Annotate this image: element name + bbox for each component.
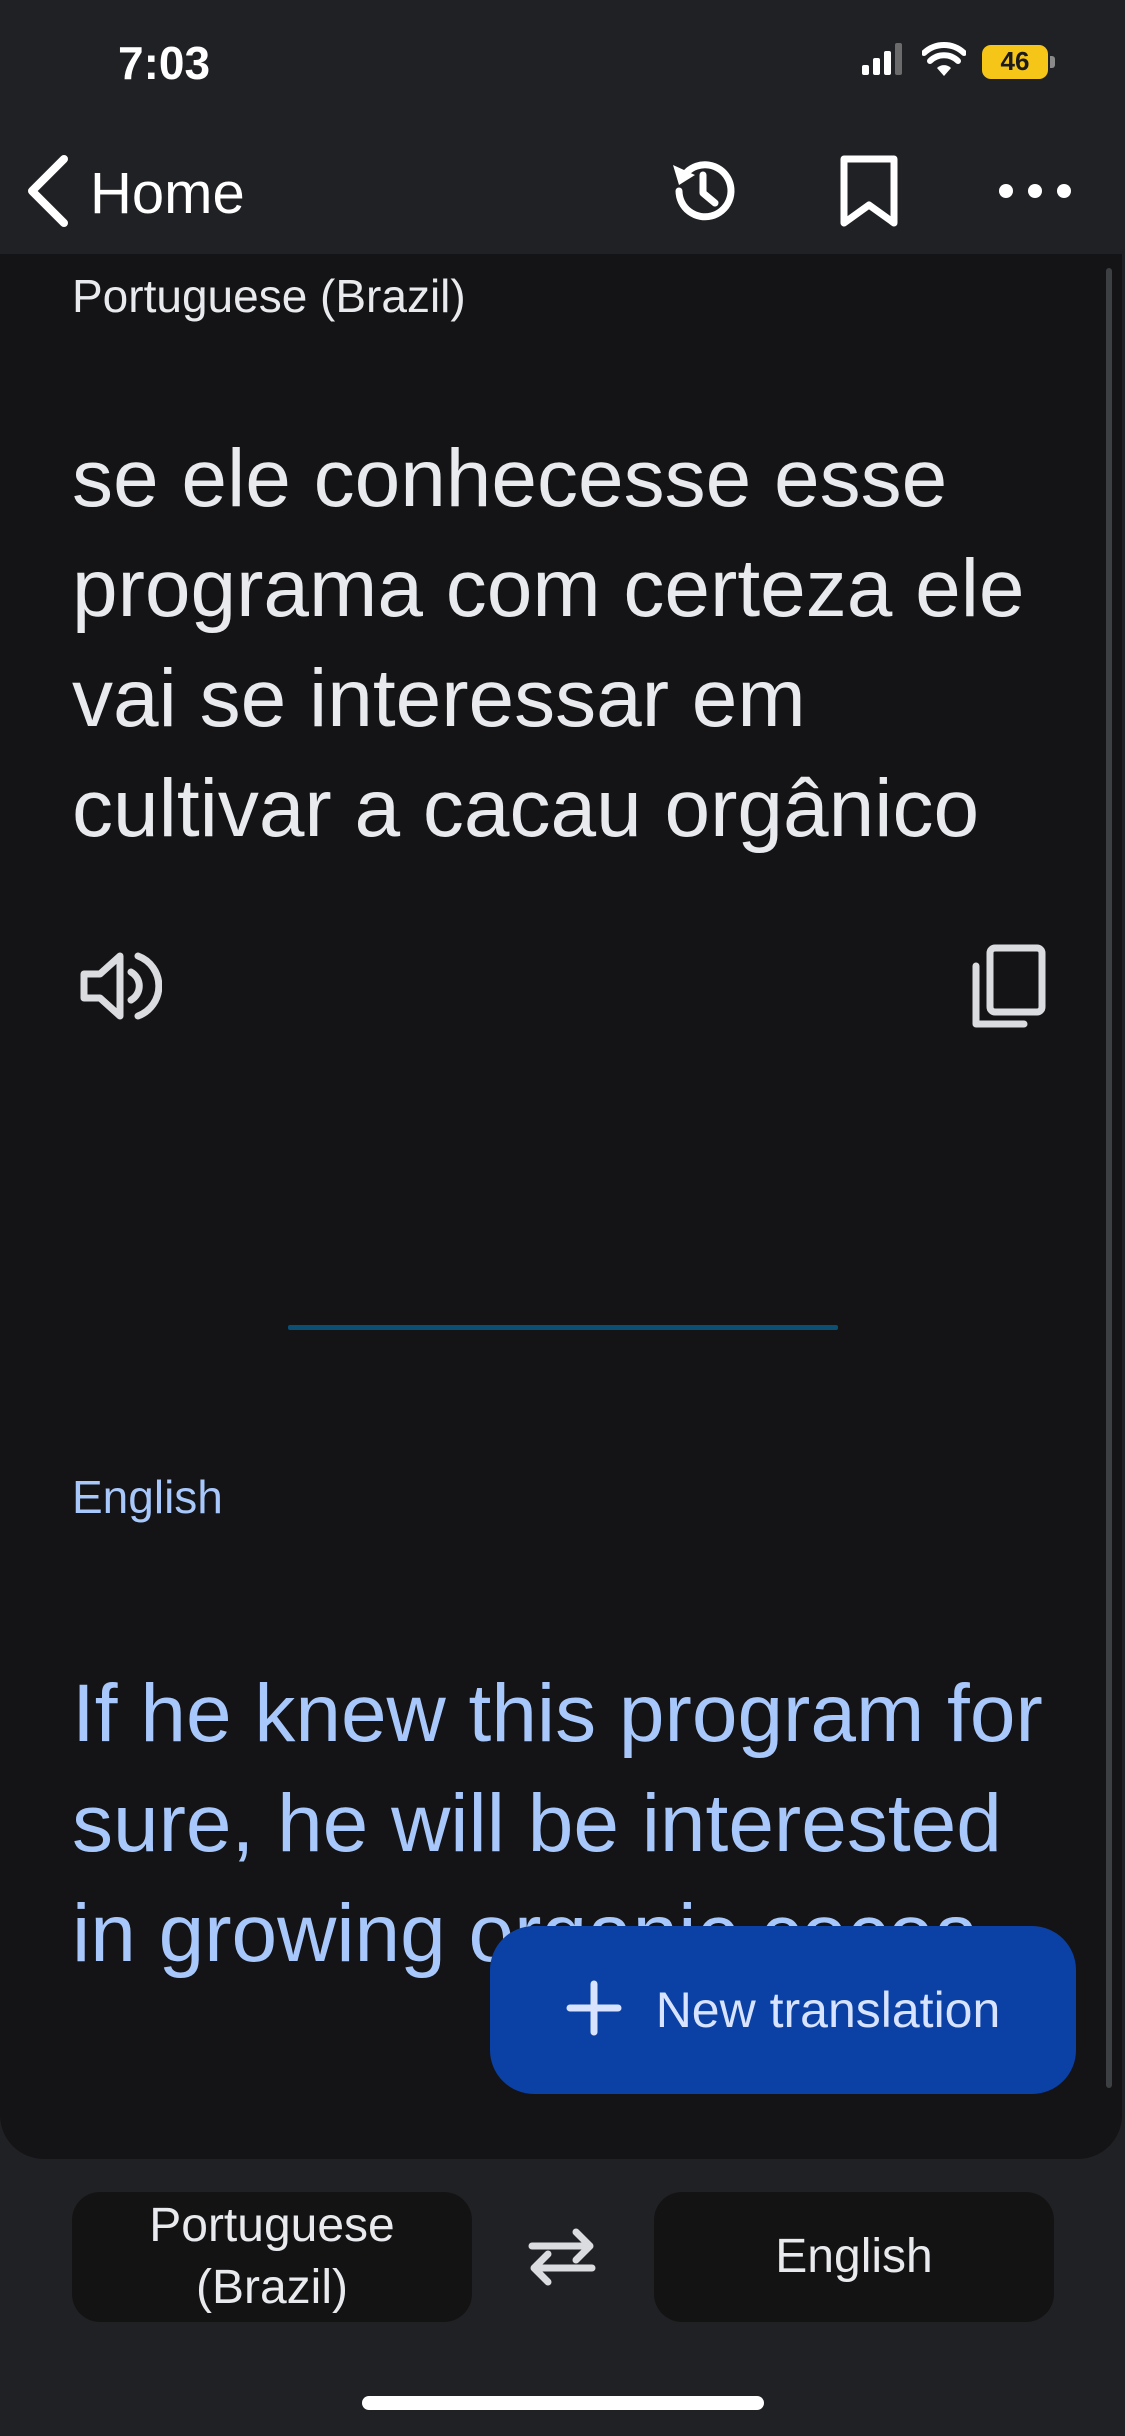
saved-button[interactable] bbox=[824, 148, 914, 238]
more-options-button[interactable] bbox=[990, 148, 1080, 238]
battery-icon: 46 bbox=[982, 44, 1055, 79]
chevron-left-icon bbox=[24, 153, 70, 234]
signal-icon bbox=[862, 43, 906, 80]
status-indicators: 46 bbox=[862, 42, 1055, 81]
new-translation-button[interactable]: New translation bbox=[490, 1926, 1076, 2094]
source-language-button-label: Portuguese (Brazil) bbox=[149, 2199, 395, 2314]
copy-button[interactable] bbox=[964, 942, 1054, 1032]
battery-level: 46 bbox=[982, 44, 1048, 79]
section-divider bbox=[288, 1325, 838, 1330]
status-bar: 7:03 46 bbox=[0, 0, 1125, 130]
translation-card: Portuguese (Brazil) se ele conhecesse es… bbox=[0, 254, 1122, 2300]
more-horizontal-icon bbox=[997, 181, 1073, 206]
source-language-label: Portuguese (Brazil) bbox=[72, 270, 466, 322]
target-language-button-label: English bbox=[775, 2230, 933, 2283]
target-language-button[interactable]: English bbox=[654, 2192, 1054, 2322]
scrollbar[interactable] bbox=[1106, 268, 1112, 2088]
listen-source-button[interactable] bbox=[74, 942, 163, 1030]
back-button[interactable]: Home bbox=[24, 148, 245, 238]
swap-icon bbox=[526, 2226, 598, 2291]
wifi-icon bbox=[921, 42, 967, 81]
source-text: se ele conhecesse esse programa com cert… bbox=[72, 433, 1025, 854]
status-time: 7:03 bbox=[118, 37, 211, 89]
target-language-label: English bbox=[72, 1471, 223, 1523]
bookmark-icon bbox=[838, 153, 900, 234]
history-button[interactable] bbox=[658, 148, 748, 238]
back-label: Home bbox=[90, 160, 245, 226]
home-indicator[interactable] bbox=[362, 2396, 764, 2410]
swap-languages-button[interactable] bbox=[520, 2218, 604, 2298]
copy-icon bbox=[964, 944, 1054, 1036]
speaker-icon bbox=[74, 952, 163, 1034]
new-translation-label: New translation bbox=[655, 1982, 1001, 2038]
source-language-button[interactable]: Portuguese (Brazil) bbox=[72, 2192, 472, 2322]
history-icon bbox=[665, 153, 741, 234]
plus-icon bbox=[566, 1980, 622, 2041]
nav-bar: Home bbox=[0, 130, 1125, 254]
